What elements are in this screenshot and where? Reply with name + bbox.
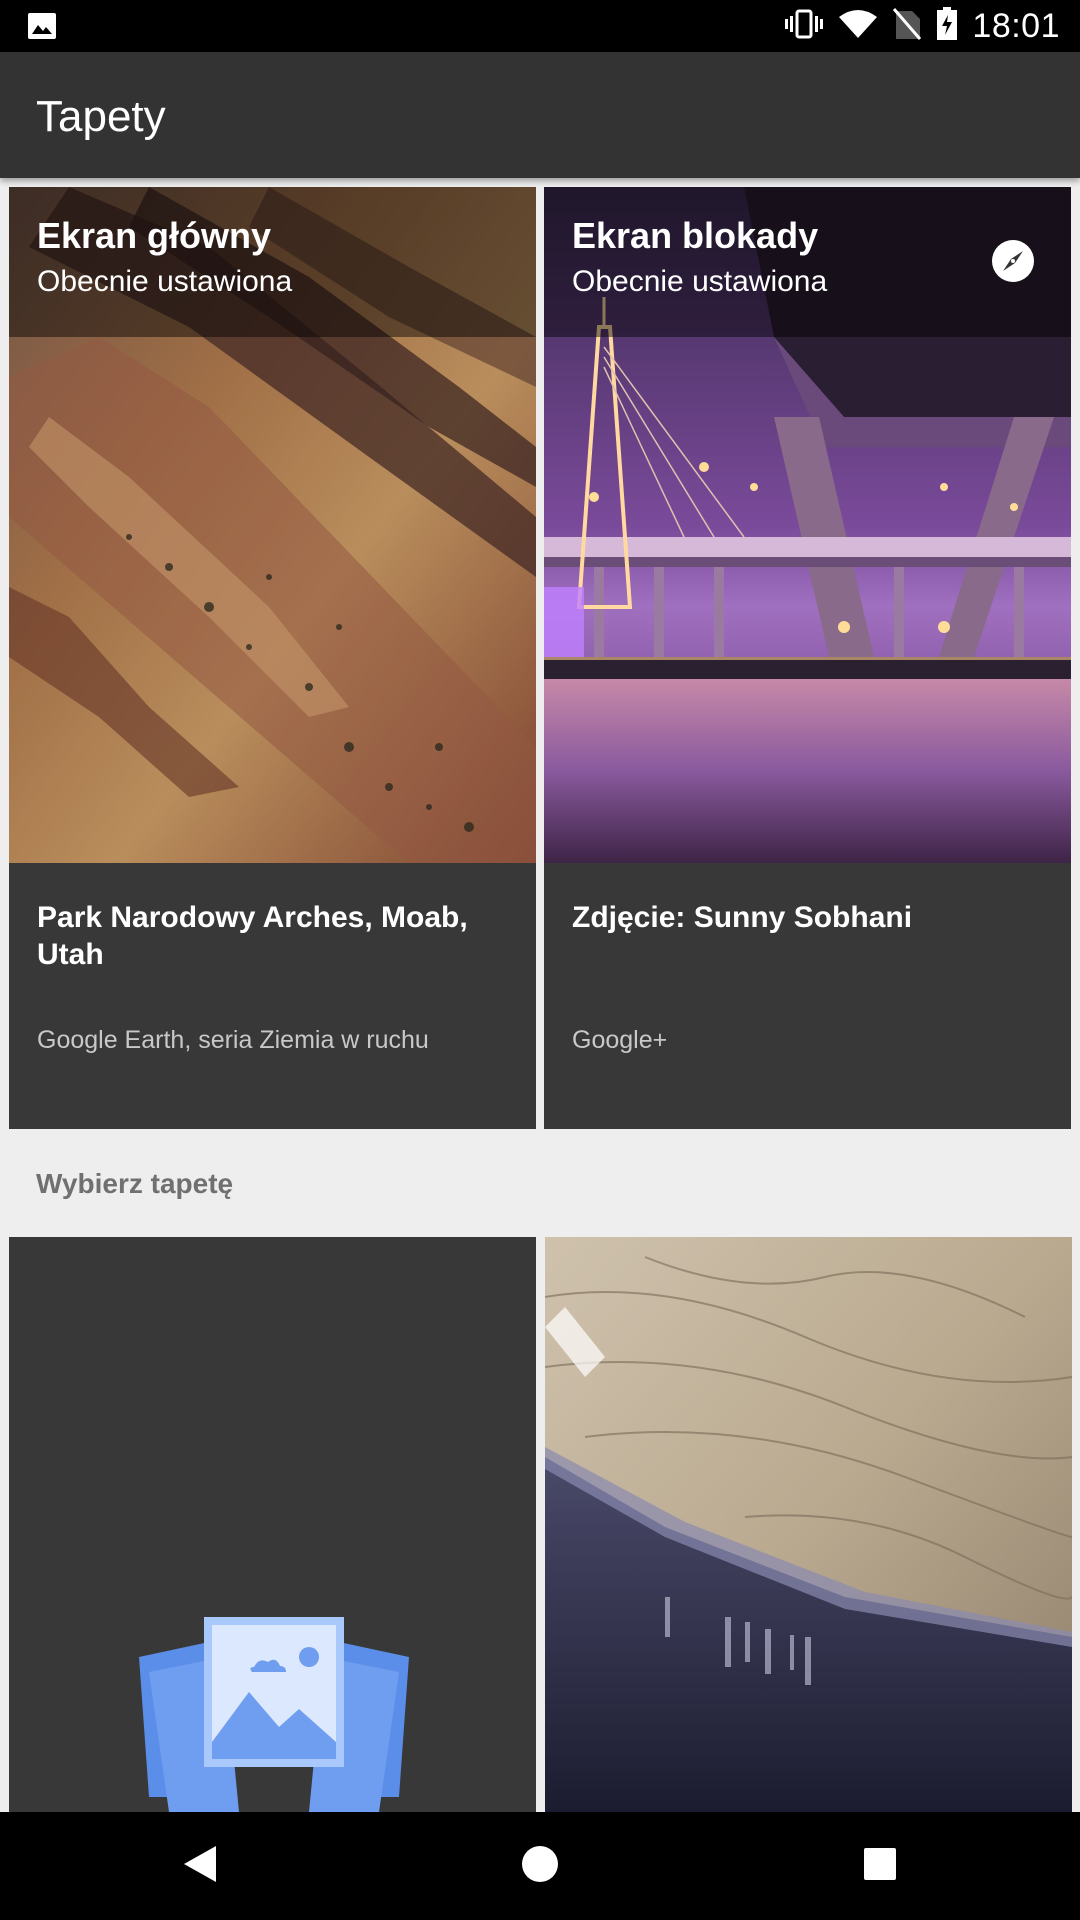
home-button[interactable] [480,1812,600,1920]
recents-icon [863,1847,897,1886]
home-screen-wallpaper-card[interactable]: Ekran główny Obecnie ustawiona Park Naro… [9,187,536,1129]
battery-icon [936,6,958,46]
home-icon [521,1845,559,1888]
page-title: Tapety [36,92,166,141]
wifi-icon [838,9,878,44]
home-screen-title: Ekran główny [37,215,272,256]
recents-button[interactable] [820,1812,940,1920]
home-screen-state: Obecnie ustawiona [37,265,293,298]
lock-wallpaper-label-overlay: Ekran blokady Obecnie ustawiona [544,187,1071,337]
no-sim-icon [892,7,922,46]
lock-wallpaper-info: Zdjęcie: Sunny Sobhani Google+ [544,863,1071,1129]
my-photos-icon [139,1617,409,1812]
choose-wallpaper-label: Wybierz tapetę [36,1168,234,1199]
back-icon [182,1844,218,1889]
image-notification-icon [28,13,56,39]
home-wallpaper-info: Park Narodowy Arches, Moab, Utah Google … [9,863,536,1129]
home-wallpaper-source: Google Earth, seria Ziemia w ruchu [37,1026,429,1054]
status-bar: 18:01 [0,0,1080,52]
app-bar: Tapety [0,52,1080,178]
lock-wallpaper-source: Google+ [572,1026,668,1054]
navigation-bar [0,1812,1080,1920]
back-button[interactable] [140,1812,260,1920]
home-wallpaper-label-overlay: Ekran główny Obecnie ustawiona [9,187,536,337]
my-photos-tile[interactable] [9,1237,536,1812]
status-time: 18:01 [972,6,1060,45]
lock-screen-state: Obecnie ustawiona [572,265,828,298]
lock-screen-wallpaper-card[interactable]: Ekran blokady Obecnie ustawiona Zdjęcie:… [544,187,1071,1129]
home-wallpaper-name: Park Narodowy Arches, Moab, Utah [37,901,468,971]
vibrate-icon [784,9,824,44]
explore-compass-icon[interactable] [991,239,1035,283]
lock-screen-title: Ekran blokady [572,215,819,256]
lock-wallpaper-name: Zdjęcie: Sunny Sobhani [572,901,913,934]
wallpaper-tile-rock[interactable] [545,1237,1072,1812]
